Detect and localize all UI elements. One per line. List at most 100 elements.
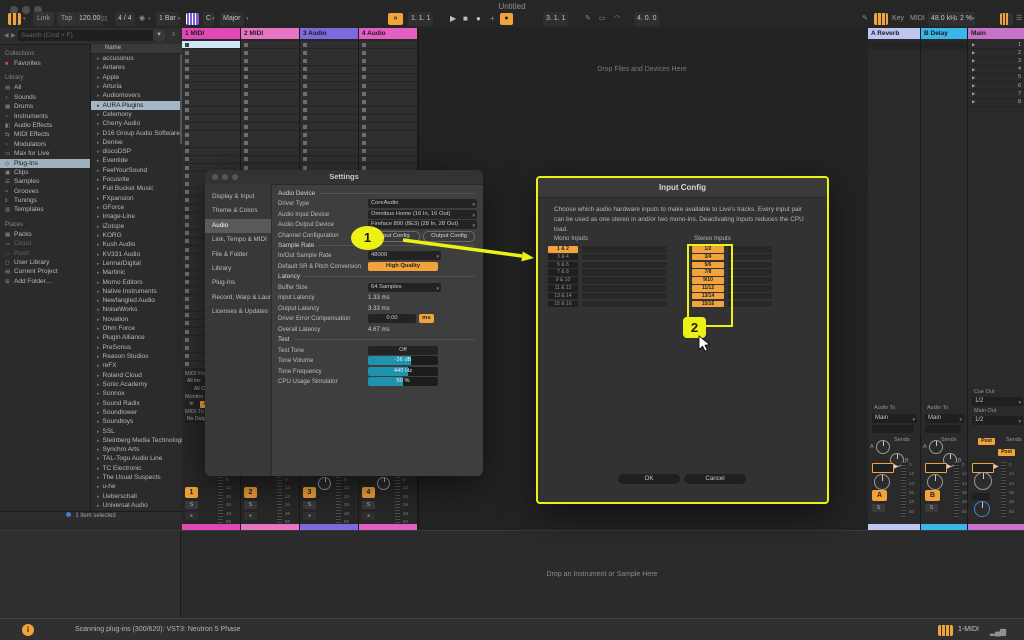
track-pan-knob[interactable] <box>377 477 390 490</box>
plugin-folder-fxpansion[interactable]: ▸FXpansion <box>91 194 183 203</box>
clip-slot[interactable] <box>241 57 299 65</box>
clip-slot[interactable] <box>359 66 417 74</box>
clip-slot[interactable] <box>182 41 240 49</box>
expand-arrow-icon[interactable]: ▸ <box>97 242 100 248</box>
loop-length-field[interactable]: 4. 0. 0 <box>634 12 659 26</box>
sidebar-item-grooves[interactable]: ≈Grooves <box>0 187 90 196</box>
stop-button[interactable]: ■ <box>463 12 468 26</box>
sidebar-item-add-folder[interactable]: ⊞Add Folder… <box>0 277 90 286</box>
track-pan-knob[interactable] <box>318 477 331 490</box>
pencil-icon[interactable]: ✎ <box>862 12 868 26</box>
plugin-folder-reason-studios[interactable]: ▸Reason Studios <box>91 352 183 361</box>
clip-stop-icon[interactable] <box>244 157 248 161</box>
play-button[interactable]: ▶ <box>450 12 456 26</box>
expand-arrow-icon[interactable]: ▸ <box>97 252 100 258</box>
expand-arrow-icon[interactable]: ▸ <box>97 233 100 239</box>
track-header-4-audio[interactable]: 4 Audio <box>359 28 417 39</box>
sidebar-item-packs[interactable]: ▦Packs <box>0 230 90 239</box>
tap-tempo-button[interactable]: Tap <box>57 12 76 26</box>
sidebar-item-drums[interactable]: ▦Drums <box>0 102 90 111</box>
clip-stop-icon[interactable] <box>244 166 248 170</box>
expand-arrow-icon[interactable]: ▸ <box>97 326 100 332</box>
clip-stop-icon[interactable] <box>185 256 189 260</box>
expand-arrow-icon[interactable]: ▸ <box>97 438 100 444</box>
clip-view-toggle-icon[interactable] <box>8 13 21 25</box>
cue-volume-knob[interactable] <box>974 501 990 517</box>
clip-stop-icon[interactable] <box>185 43 189 47</box>
expand-arrow-icon[interactable]: ▸ <box>97 65 100 71</box>
sidebar-item-templates[interactable]: ▥Templates <box>0 205 90 214</box>
mono-input-5-6[interactable]: 5 & 6 <box>548 262 578 269</box>
plugin-folder-plugin-alliance[interactable]: ▸Plugin Alliance <box>91 333 183 342</box>
expand-arrow-icon[interactable]: ▸ <box>97 503 100 509</box>
solo-button[interactable]: S <box>185 501 198 509</box>
setting-select-audio-output-device[interactable]: Fireface 800 (8E3) (28 In, 28 Out)▾ <box>368 220 477 229</box>
clip-slot[interactable] <box>300 66 358 74</box>
clip-slot[interactable] <box>359 123 417 131</box>
clip-stop-icon[interactable] <box>185 231 189 235</box>
arrangement-position-field[interactable]: 1. 1. 1 <box>408 12 433 26</box>
clip-stop-icon[interactable] <box>185 166 189 170</box>
clip-slot[interactable] <box>182 139 240 147</box>
plugin-folder-steinberg-media-technologies[interactable]: ▸Steinberg Media Technologies <box>91 436 183 445</box>
expand-arrow-icon[interactable]: ▸ <box>97 168 100 174</box>
expand-arrow-icon[interactable]: ▸ <box>97 456 100 462</box>
clip-slot[interactable] <box>359 74 417 82</box>
solo-button[interactable]: S <box>925 504 938 512</box>
clip-stop-icon[interactable] <box>362 84 366 88</box>
clip-stop-icon[interactable] <box>244 43 248 47</box>
clip-stop-icon[interactable] <box>185 157 189 161</box>
clip-stop-icon[interactable] <box>244 108 248 112</box>
clip-stop-icon[interactable] <box>303 51 307 55</box>
clip-stop-icon[interactable] <box>244 75 248 79</box>
plugin-folder-arturia[interactable]: ▸Arturia <box>91 82 183 91</box>
mono-input-1-2[interactable]: 1 & 2 <box>548 246 578 253</box>
track-header-2-midi[interactable]: 2 MIDI <box>241 28 299 39</box>
settings-tab-library[interactable]: Library <box>205 262 271 276</box>
plugin-folder-novation[interactable]: ▸Novation <box>91 315 183 324</box>
mono-input-13-14[interactable]: 13 & 14 <box>548 293 578 300</box>
scene-row-4[interactable]: ▶4 <box>968 66 1024 74</box>
settings-tab-link-tempo-midi[interactable]: Link, Tempo & MIDI <box>205 233 271 247</box>
clip-slot[interactable] <box>182 57 240 65</box>
plugin-folder-newfangled-audio[interactable]: ▸Newfangled Audio <box>91 296 183 305</box>
scale-name-menu[interactable]: Major <box>220 12 244 26</box>
setting-slider-tone-frequency[interactable]: 440 Hz <box>368 367 438 376</box>
clip-stop-icon[interactable] <box>362 125 366 129</box>
clip-slot[interactable] <box>300 123 358 131</box>
clip-stop-icon[interactable] <box>185 248 189 252</box>
plugin-folder-izotope[interactable]: ▸iZotope <box>91 222 183 231</box>
clip-slot[interactable] <box>241 41 299 49</box>
clip-stop-icon[interactable] <box>185 215 189 219</box>
setting-toggle-default-sr-pitch-conversion[interactable]: High Quality <box>368 262 438 271</box>
clip-slot[interactable] <box>300 115 358 123</box>
expand-arrow-icon[interactable]: ▸ <box>97 75 100 81</box>
clip-stop-icon[interactable] <box>303 43 307 47</box>
clip-stop-icon[interactable] <box>185 133 189 137</box>
expand-arrow-icon[interactable]: ▸ <box>97 298 100 304</box>
expand-arrow-icon[interactable]: ▸ <box>97 140 100 146</box>
mono-input-11-12[interactable]: 11 & 12 <box>548 285 578 292</box>
clip-stop-icon[interactable] <box>244 149 248 153</box>
arm-record-button[interactable]: ● <box>303 512 316 520</box>
scene-launch-icon[interactable]: ▶ <box>972 42 975 48</box>
setting-field-driver-error-compensation[interactable]: 0.00 <box>368 314 416 323</box>
quantization-menu[interactable]: 1 Bar <box>156 12 179 26</box>
sidebar-item-modulators[interactable]: ~Modulators <box>0 140 90 149</box>
chevron-down-icon[interactable]: ▾ <box>148 12 151 26</box>
plugin-folder-d16-group-audio-software[interactable]: ▸D16 Group Audio Software <box>91 129 183 138</box>
ok-button[interactable]: OK <box>618 474 680 484</box>
plugin-folder-gforce[interactable]: ▸GForce <box>91 203 183 212</box>
groove-icon[interactable]: ◉ <box>139 12 145 26</box>
scene-launch-icon[interactable]: ▶ <box>972 50 975 56</box>
plugin-folder-korg[interactable]: ▸KORG <box>91 231 183 240</box>
clip-stop-icon[interactable] <box>362 166 366 170</box>
chevron-down-icon[interactable]: ▾ <box>246 12 249 26</box>
setting-select-audio-input-device[interactable]: Omnibus Home (16 In, 16 Out)▾ <box>368 210 477 219</box>
track-header-1-midi[interactable]: 1 MIDI <box>182 28 240 39</box>
clip-stop-icon[interactable] <box>185 51 189 55</box>
clip-stop-icon[interactable] <box>362 67 366 71</box>
sidebar-item-tunings[interactable]: ♯Tunings <box>0 196 90 205</box>
sidebar-item-midi-effects[interactable]: ⇆MIDI Effects <box>0 130 90 139</box>
plugin-folder-native-instruments[interactable]: ▸Native Instruments <box>91 287 183 296</box>
